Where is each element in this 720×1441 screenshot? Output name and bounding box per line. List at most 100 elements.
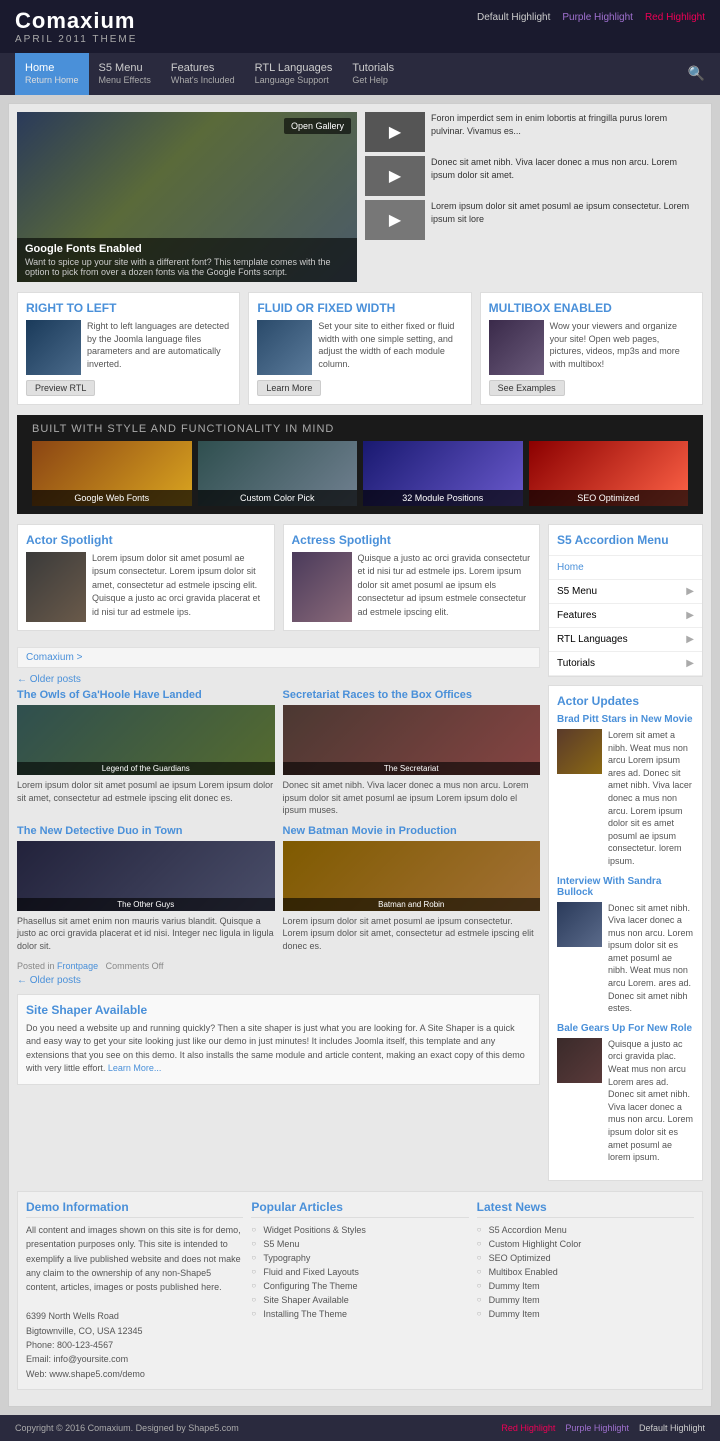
hero-thumb-image-1[interactable]: ▶ [365,112,425,152]
frontpage-link[interactable]: Frontpage [57,961,98,971]
feature-boxes: RIGHT TO LEFT Right to left languages ar… [17,292,703,405]
accordion-menu: S5 Accordion Menu Home S5 Menu ▶ Feature… [548,524,703,677]
accordion-label-features: Features [557,610,596,621]
popular-item-3[interactable]: Typography [251,1251,468,1265]
showcase-label-color: Custom Color Pick [198,490,358,506]
blog-post-text-1: Lorem ipsum dolor sit amet posuml ae ips… [17,779,275,804]
blog-post-title-1[interactable]: The Owls of Ga'Hoole Have Landed [17,689,275,701]
actor-spotlight-text: Lorem ipsum dolor sit amet posuml ae ips… [92,552,266,622]
accordion-arrow-rtl: ▶ [686,634,694,645]
learn-more-link[interactable]: Learn More... [108,1063,162,1073]
showcase-item-positions[interactable]: 32 Module Positions [363,441,523,506]
showcase-item-seo[interactable]: SEO Optimized [529,441,689,506]
breadcrumb-link[interactable]: Comaxium > [26,652,82,663]
hero-thumbs: ▶ Foron imperdict sem in enim lobortis a… [365,112,703,282]
actor-article-1: Brad Pitt Stars in New Movie Lorem sit a… [557,714,694,868]
search-icon[interactable]: 🔍 [688,65,705,82]
latest-item-3[interactable]: SEO Optimized [477,1251,694,1265]
popular-item-5[interactable]: Configuring The Theme [251,1279,468,1293]
showcase-row: Google Web Fonts Custom Color Pick 32 Mo… [32,441,688,506]
accordion-item-tutorials[interactable]: Tutorials ▶ [549,652,702,676]
default-highlight-link[interactable]: Default Highlight [477,12,550,23]
blog-post-2: Secretariat Races to the Box Offices The… [283,689,541,817]
footer-purple-link[interactable]: Purple Highlight [565,1423,629,1433]
nav-sub-rtl: Language Support [255,75,333,87]
accordion-title: S5 Accordion Menu [549,525,702,556]
latest-item-5[interactable]: Dummy Item [477,1279,694,1293]
showcase-banner: BUILT WITH STYLE AND FUNCTIONALITY IN MI… [17,415,703,514]
open-gallery-button[interactable]: Open Gallery [284,118,351,134]
older-posts-bottom[interactable]: ← Older posts [17,975,540,986]
banner-title: BUILT WITH STYLE AND FUNCTIONALITY IN MI… [32,423,688,435]
feature-btn-fluid[interactable]: Learn More [257,380,321,396]
blog-post-title-4[interactable]: New Batman Movie in Production [283,825,541,837]
hero-thumb-text-1: Foron imperdict sem in enim lobortis at … [431,112,703,137]
blog-post-caption-3: The Other Guys [17,898,275,911]
red-highlight-link[interactable]: Red Highlight [645,12,705,23]
content-wrap: Open Gallery Google Fonts Enabled Want t… [8,103,712,1407]
footer-popular-title: Popular Articles [251,1200,468,1218]
accordion-label-s5menu: S5 Menu [557,586,597,597]
showcase-label-seo: SEO Optimized [529,490,689,506]
accordion-item-features[interactable]: Features ▶ [549,604,702,628]
nav-item-tutorials[interactable]: Tutorials Get Help [342,53,404,95]
blog-post-text-3: Phasellus sit amet enim non mauris variu… [17,915,275,953]
hero-thumb-text-2: Donec sit amet nibh. Viva lacer donec a … [431,156,703,181]
blog-post-img-3: The Other Guys [17,841,275,911]
nav-item-s5menu[interactable]: S5 Menu Menu Effects [89,53,161,95]
nav-item-features[interactable]: Features What's Included [161,53,245,95]
blog-post-title-3[interactable]: The New Detective Duo in Town [17,825,275,837]
accordion-item-rtl[interactable]: RTL Languages ▶ [549,628,702,652]
site-shaper-text: Do you need a website up and running qui… [26,1022,531,1076]
blog-post-caption-4: Batman and Robin [283,898,541,911]
footer-red-link[interactable]: Red Highlight [501,1423,555,1433]
purple-highlight-link[interactable]: Purple Highlight [562,12,633,23]
copyright: Copyright © 2016 Comaxium. Designed by S… [15,1423,239,1433]
popular-item-4[interactable]: Fluid and Fixed Layouts [251,1265,468,1279]
popular-item-7[interactable]: Installing The Theme [251,1307,468,1321]
nav-item-rtl[interactable]: RTL Languages Language Support [245,53,343,95]
logo-subtitle: APRIL 2011 THEME [15,34,137,45]
older-posts-top[interactable]: ← Older posts [17,674,540,685]
left-column: Actor Spotlight Lorem ipsum dolor sit am… [17,524,540,1181]
hero-thumb-image-3[interactable]: ▶ [365,200,425,240]
actor-article-title-2[interactable]: Interview With Sandra Bullock [557,876,694,898]
feature-btn-multibox[interactable]: See Examples [489,380,565,396]
right-column: S5 Accordion Menu Home S5 Menu ▶ Feature… [548,524,703,1181]
latest-item-6[interactable]: Dummy Item [477,1293,694,1307]
hero-section: Open Gallery Google Fonts Enabled Want t… [17,112,703,282]
blog-post-3: The New Detective Duo in Town The Other … [17,825,275,953]
nav-label-home: Home [25,62,54,74]
actor-spotlight-title: Actor Spotlight [26,533,266,547]
accordion-label-rtl: RTL Languages [557,634,628,645]
feature-btn-rtl[interactable]: Preview RTL [26,380,95,396]
footer-default-link[interactable]: Default Highlight [639,1423,705,1433]
blog-post-text-4: Lorem ipsum dolor sit amet posuml ae ips… [283,915,541,953]
accordion-arrow-s5menu: ▶ [686,586,694,597]
nav-label-s5menu: S5 Menu [99,62,143,74]
popular-item-1[interactable]: Widget Positions & Styles [251,1223,468,1237]
nav-item-home[interactable]: Home Return Home [15,53,89,95]
accordion-item-s5menu[interactable]: S5 Menu ▶ [549,580,702,604]
feature-title-rtl: RIGHT TO LEFT [26,301,231,315]
actor-article-title-3[interactable]: Bale Gears Up For New Role [557,1023,694,1034]
latest-item-4[interactable]: Multibox Enabled [477,1265,694,1279]
blog-meta: Posted in Frontpage Comments Off [17,961,540,971]
popular-item-6[interactable]: Site Shaper Available [251,1293,468,1307]
hero-thumb-3: ▶ Lorem ipsum dolor sit amet posuml ae i… [365,200,703,240]
accordion-item-home[interactable]: Home [549,556,702,580]
popular-item-2[interactable]: S5 Menu [251,1237,468,1251]
showcase-item-fonts[interactable]: Google Web Fonts [32,441,192,506]
actor-content-3: Quisque a justo ac orci gravida plac. We… [557,1038,694,1164]
blog-post-img-4: Batman and Robin [283,841,541,911]
latest-item-2[interactable]: Custom Highlight Color [477,1237,694,1251]
blog-post-title-2[interactable]: Secretariat Races to the Box Offices [283,689,541,701]
latest-item-7[interactable]: Dummy Item [477,1307,694,1321]
actor-updates-module: Actor Updates Brad Pitt Stars in New Mov… [548,685,703,1181]
hero-thumb-image-2[interactable]: ▶ [365,156,425,196]
accordion-arrow-features: ▶ [686,610,694,621]
showcase-item-color[interactable]: Custom Color Pick [198,441,358,506]
latest-item-1[interactable]: S5 Accordion Menu [477,1223,694,1237]
actor-article-title-1[interactable]: Brad Pitt Stars in New Movie [557,714,694,725]
accordion-label-tutorials: Tutorials [557,658,595,669]
